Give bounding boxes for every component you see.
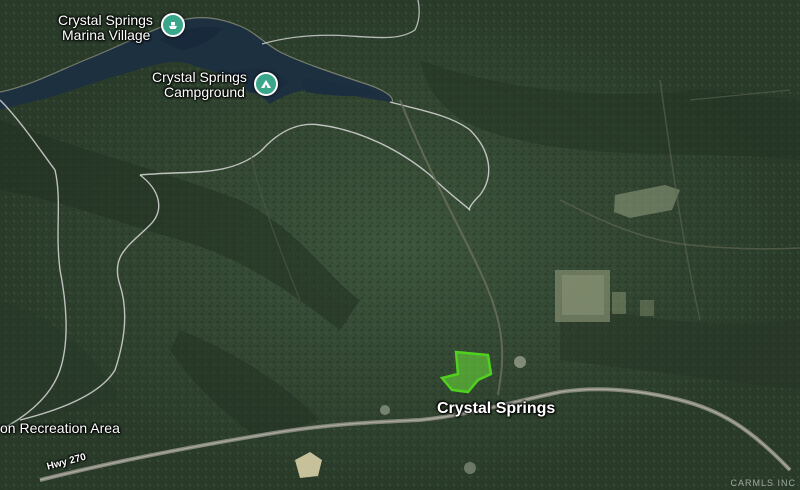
campground-label[interactable]: Crystal Springs Campground — [152, 70, 247, 99]
campground-label-line2: Campground — [164, 83, 245, 100]
marina-village-label[interactable]: Crystal Springs Marina Village — [58, 13, 153, 42]
campground-label-line1: Crystal Springs — [152, 69, 247, 85]
campground-tent-icon[interactable] — [254, 72, 278, 96]
watermark: CARMLS INC — [730, 478, 796, 488]
recreation-area-label[interactable]: on Recreation Area — [0, 421, 120, 436]
satellite-imagery — [0, 0, 800, 490]
crystal-springs-town-label[interactable]: Crystal Springs — [437, 400, 555, 418]
satellite-map[interactable]: Crystal Springs Marina Village Crystal S… — [0, 0, 800, 490]
marina-village-label-line2: Marina Village — [62, 26, 151, 43]
boat-icon[interactable] — [161, 13, 185, 37]
marina-village-label-line1: Crystal Springs — [58, 12, 153, 28]
